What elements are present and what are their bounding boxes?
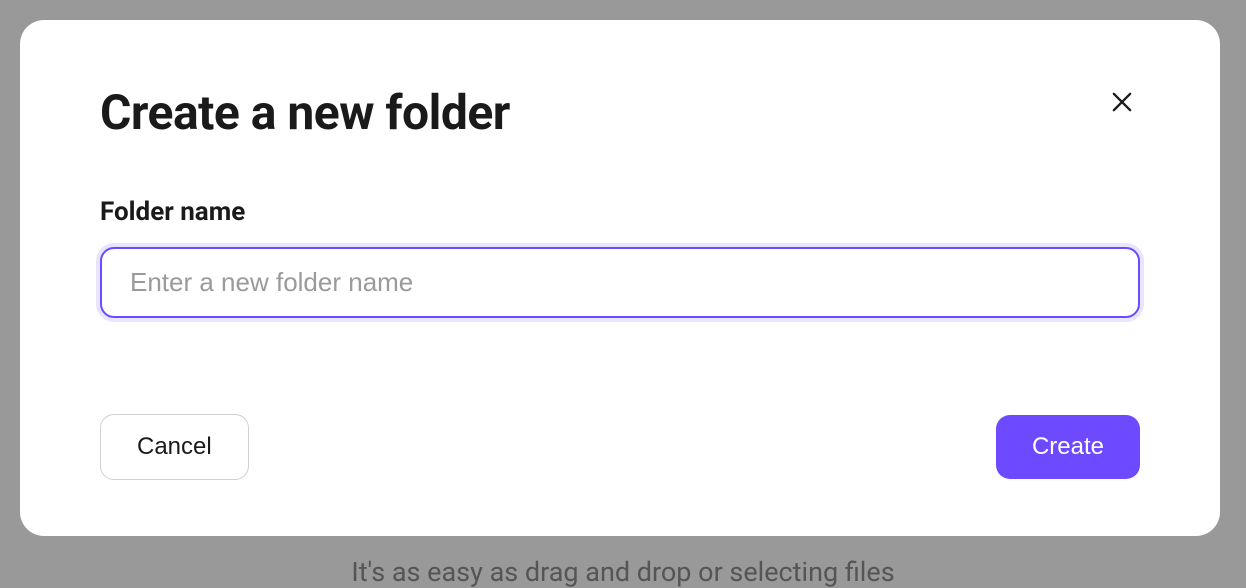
modal-header: Create a new folder [100,84,1140,141]
folder-name-group: Folder name [100,197,1140,318]
background-hint-text: It's as easy as drag and drop or selecti… [351,556,894,588]
close-icon [1108,88,1136,116]
modal-footer: Cancel Create [100,414,1140,480]
create-button[interactable]: Create [996,415,1140,479]
folder-name-input[interactable] [100,247,1140,318]
cancel-button[interactable]: Cancel [100,414,249,480]
folder-name-label: Folder name [100,197,1140,227]
create-folder-modal: Create a new folder Folder name Cancel C… [20,20,1220,536]
modal-title: Create a new folder [100,84,510,141]
close-button[interactable] [1104,84,1140,120]
